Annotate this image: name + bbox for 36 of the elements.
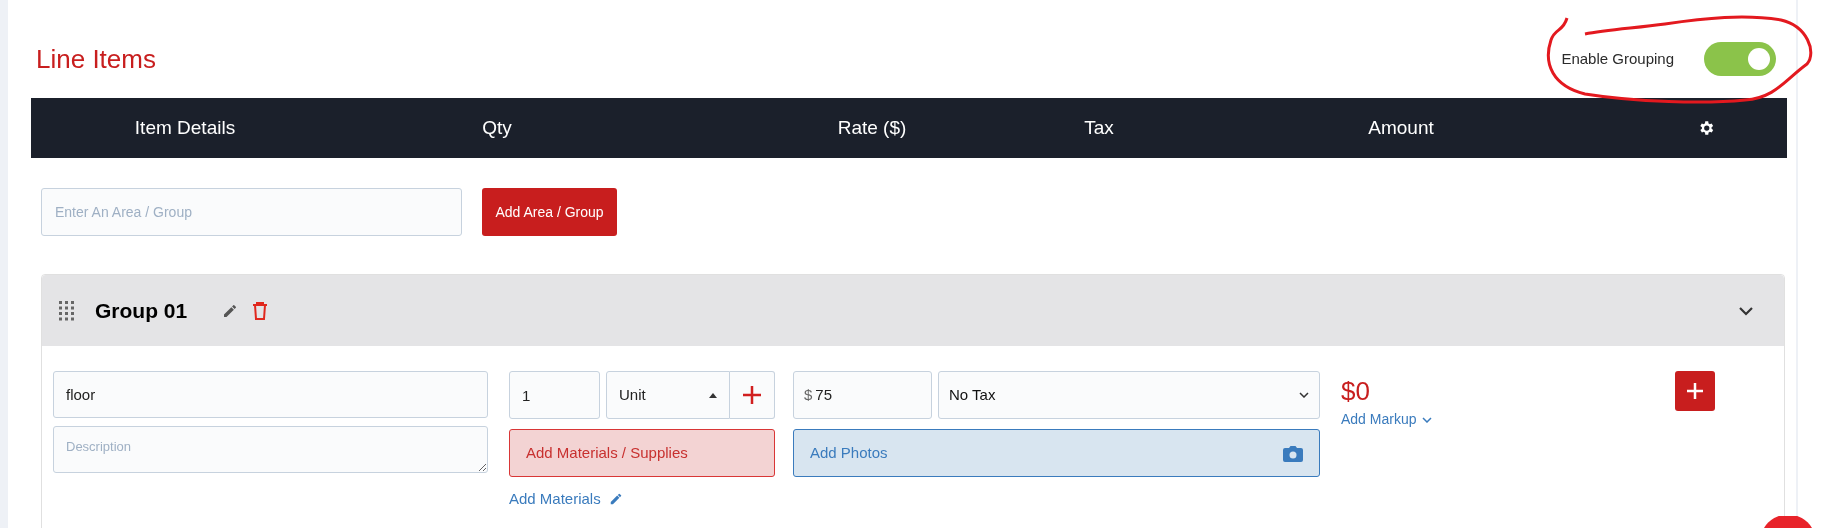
add-unit-button[interactable] [730, 371, 775, 419]
column-header: Rate ($) [836, 115, 908, 140]
materials-button[interactable]: Add Materials / Supplies [509, 429, 775, 477]
quantity-field[interactable]: 1 [509, 371, 600, 419]
column-header: Amount [1367, 115, 1435, 140]
toggle-switch[interactable] [1704, 42, 1776, 76]
group-title: Group 01 [95, 297, 188, 324]
materials-link[interactable]: Add Materials [509, 488, 601, 511]
drag-handle-icon[interactable] [59, 300, 75, 321]
caret-icon [709, 392, 717, 398]
plus-icon [742, 385, 762, 405]
camera-icon [1283, 444, 1303, 462]
plus-icon [1686, 382, 1704, 400]
tax-dropdown[interactable]: No Tax [938, 371, 1320, 419]
markup-link[interactable]: Add Markup [1341, 409, 1417, 430]
add-group-button[interactable]: Add Area / Group [482, 188, 617, 236]
column-header: Qty [481, 115, 513, 140]
rate-field[interactable]: $ 75 [793, 371, 932, 419]
delete-icon[interactable] [252, 301, 269, 320]
floating-button[interactable] [1764, 516, 1812, 528]
column-header: Item Details [133, 115, 237, 140]
page-title: Line Items [36, 42, 156, 76]
chevron-icon [1299, 392, 1309, 398]
add-item-button[interactable] [1675, 371, 1715, 411]
item-name-field[interactable]: floor [53, 371, 488, 418]
chevron-icon[interactable] [1422, 416, 1433, 423]
column-header: Tax [1083, 115, 1115, 140]
group-input[interactable]: Enter An Area / Group [41, 188, 462, 236]
unit-dropdown[interactable]: Unit [606, 371, 730, 419]
amount-text: $0 [1341, 375, 1371, 407]
description-field[interactable]: Description [53, 426, 488, 473]
edit-icon[interactable] [222, 302, 239, 319]
photos-button[interactable]: Add Photos [793, 429, 1320, 477]
toggle-label: Enable Grouping [1561, 48, 1674, 69]
chevron-icon[interactable] [1738, 305, 1754, 316]
edit-icon[interactable] [608, 492, 623, 507]
